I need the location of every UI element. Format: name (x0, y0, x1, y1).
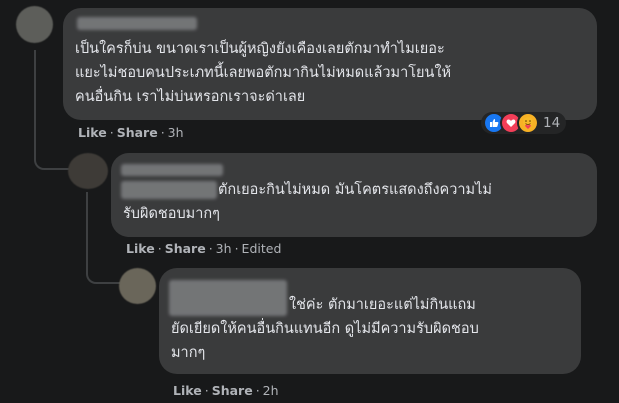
care-icon (517, 112, 539, 134)
separator-dot: · (160, 125, 165, 140)
like-button[interactable]: Like (173, 383, 202, 398)
comment-text-line: เป็นใครก็บ่น ขนาดเราเป็นผู้หญิงยังเคืองเ… (75, 41, 445, 57)
share-button[interactable]: Share (212, 383, 253, 398)
comment-text-line: แยะไม่ชอบคนประเภทนี้เลยพอตักมากินไม่หมดแ… (75, 65, 452, 81)
comment-bubble: ใช่ค่ะ ตักมาเยอะแต่ไม่กินแถม ยัดเยียดให้… (159, 268, 581, 374)
comment-bubble: ตักเยอะกินไม่หมด มันโคตรแสดงถึงความไม่ ร… (111, 153, 597, 237)
comment-text-line: มากๆ (171, 345, 206, 361)
comment-text-line: ตักเยอะกินไม่หมด มันโคตรแสดงถึงความไม่ (218, 182, 492, 198)
timestamp[interactable]: 3h (216, 241, 232, 256)
comment-text-line: ยัดเยียดให้คนอื่นกินแทนอีก ดูไม่มีความรั… (171, 321, 479, 337)
comment-text-line: คนอื่นกิน เราไม่บ่นหรอกเราจะด่าเลย (75, 89, 306, 105)
comment-text-line: ใช่ค่ะ ตักมาเยอะแต่ไม่กินแถม (289, 297, 476, 313)
avatar[interactable] (119, 268, 156, 304)
author-name-redacted[interactable] (169, 280, 287, 316)
share-button[interactable]: Share (165, 241, 206, 256)
author-name-redacted[interactable] (77, 17, 197, 30)
like-button[interactable]: Like (126, 241, 155, 256)
separator-dot: · (109, 125, 114, 140)
separator-dot: · (208, 241, 213, 256)
reaction-count: 14 (543, 115, 561, 131)
comment-text-line: รับผิดชอบมากๆ (123, 206, 220, 222)
comment-actions: Like · Share · 2h (173, 383, 279, 398)
timestamp[interactable]: 2h (263, 383, 279, 398)
edited-label: Edited (241, 241, 282, 256)
separator-dot: · (204, 383, 209, 398)
timestamp[interactable]: 3h (168, 125, 184, 140)
separator-dot: · (255, 383, 260, 398)
comment-actions: Like · Share · 3h (78, 125, 184, 140)
reactions-summary[interactable]: 14 (481, 112, 567, 134)
avatar[interactable] (68, 153, 108, 189)
like-button[interactable]: Like (78, 125, 107, 140)
avatar[interactable] (16, 6, 53, 43)
author-name-redacted[interactable] (121, 164, 223, 176)
separator-dot: · (157, 241, 162, 256)
separator-dot: · (234, 241, 239, 256)
comment-bubble: เป็นใครก็บ่น ขนาดเราเป็นผู้หญิงยังเคืองเ… (63, 8, 597, 120)
comment-actions: Like · Share · 3h · Edited (126, 241, 281, 256)
author-name-redacted[interactable] (121, 181, 217, 199)
share-button[interactable]: Share (117, 125, 158, 140)
